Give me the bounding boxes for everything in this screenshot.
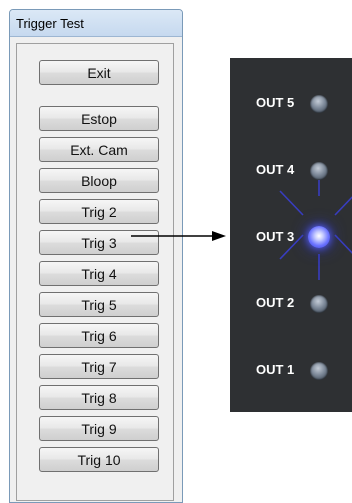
out-4-led <box>310 162 328 180</box>
out-1-label: OUT 1 <box>256 362 295 377</box>
out-5-label: OUT 5 <box>256 95 295 110</box>
out-2-label: OUT 2 <box>256 295 295 310</box>
out-1-led <box>310 362 328 380</box>
out-3-label: OUT 3 <box>256 229 295 244</box>
out-5-led <box>310 95 328 113</box>
out-4-label: OUT 4 <box>256 162 295 177</box>
out-3-led-lit <box>308 226 330 248</box>
led-panel: OUT 5 OUT 4 OUT 3 OUT 2 OUT 1 <box>230 58 352 412</box>
out-2-led <box>310 295 328 313</box>
